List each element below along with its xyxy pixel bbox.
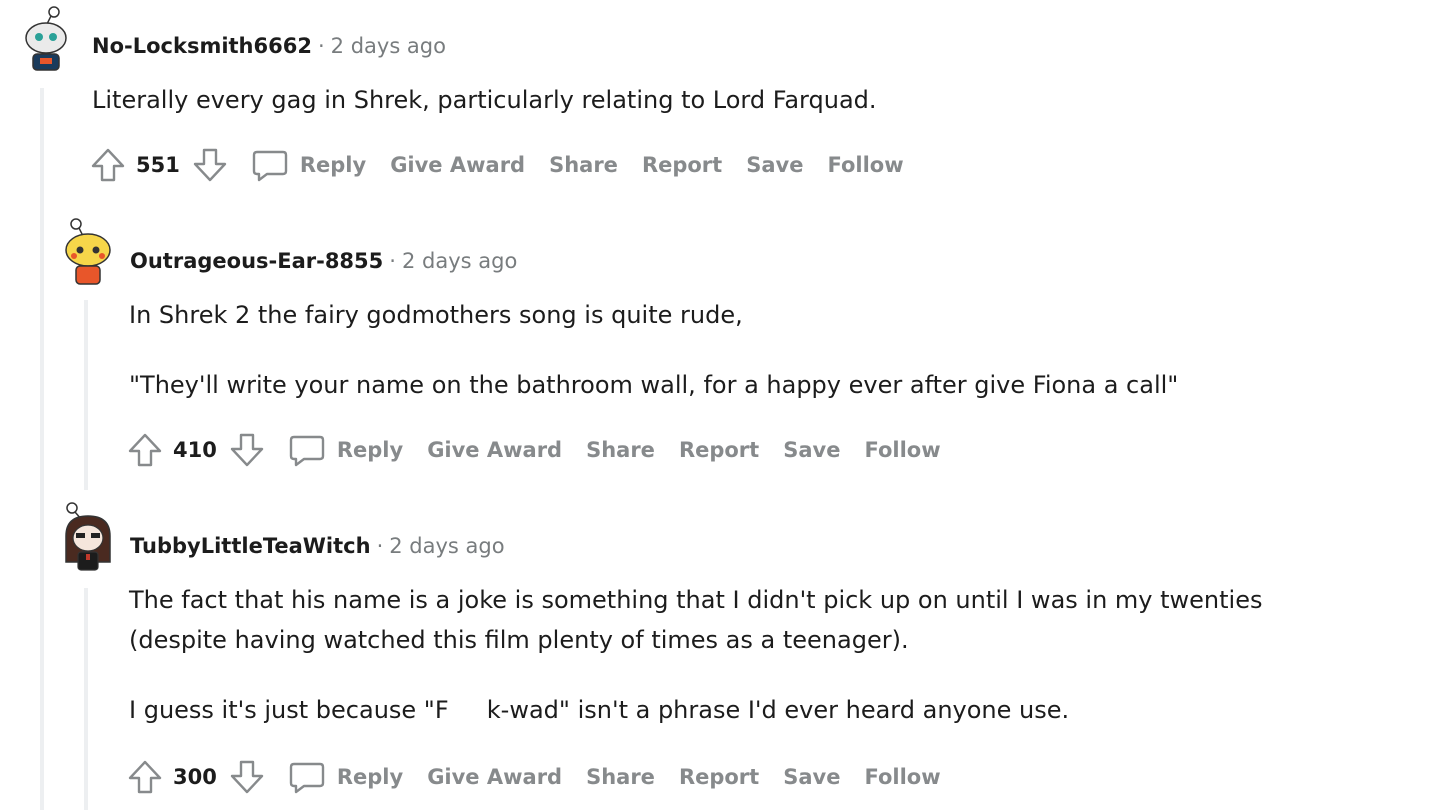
reply-button[interactable]: Reply [337, 765, 403, 789]
comment-paragraph: The fact that his name is a joke is some… [129, 586, 1263, 614]
comment-body: Literally every gag in Shrek, particular… [92, 80, 877, 120]
comment-paragraph: I guess it's just because "F k-wad" isn'… [129, 696, 1070, 724]
thread-line-level-2[interactable] [84, 588, 88, 810]
reply-button[interactable]: Reply [337, 438, 403, 462]
comment-thread: No-Locksmith6662 · 2 days ago Literally ev… [0, 0, 1440, 810]
upvote-icon[interactable] [125, 757, 165, 797]
share-button[interactable]: Share [549, 153, 618, 177]
separator-dot: · [376, 534, 384, 558]
comment-paragraph: (despite having watched this film plenty… [129, 626, 909, 654]
avatar[interactable] [60, 218, 116, 285]
separator-dot: · [317, 34, 325, 58]
save-button[interactable]: Save [783, 765, 840, 789]
reply-button[interactable]: Reply [300, 153, 366, 177]
comment-actions: 551 Reply Give Award Share Report Save F… [88, 145, 904, 185]
give-award-button[interactable]: Give Award [427, 438, 562, 462]
vote-score: 410 [173, 438, 217, 462]
comment-meta: No-Locksmith6662 · 2 days ago [92, 32, 446, 60]
reply-bubble-icon[interactable] [287, 430, 327, 470]
comment-meta: Outrageous-Ear-8855 · 2 days ago [130, 247, 517, 275]
follow-button[interactable]: Follow [827, 153, 903, 177]
thread-line-level-1[interactable] [40, 88, 44, 810]
comment-paragraph: "They'll write your name on the bathroom… [129, 371, 1179, 399]
comment-meta: TubbyLittleTeaWitch · 2 days ago [130, 532, 505, 560]
vote-score: 300 [173, 765, 217, 789]
give-award-button[interactable]: Give Award [390, 153, 525, 177]
username[interactable]: No-Locksmith6662 [92, 34, 312, 58]
timestamp[interactable]: 2 days ago [331, 34, 446, 58]
downvote-icon[interactable] [190, 145, 230, 185]
vote-score: 551 [136, 153, 180, 177]
share-button[interactable]: Share [586, 438, 655, 462]
avatar[interactable] [18, 4, 74, 71]
downvote-icon[interactable] [227, 757, 267, 797]
separator-dot: · [389, 249, 396, 273]
upvote-icon[interactable] [88, 145, 128, 185]
follow-button[interactable]: Follow [864, 765, 940, 789]
reply-bubble-icon[interactable] [250, 145, 290, 185]
timestamp[interactable]: 2 days ago [389, 534, 504, 558]
upvote-icon[interactable] [125, 430, 165, 470]
snoo-avatar-icon [25, 6, 67, 71]
timestamp[interactable]: 2 days ago [402, 249, 517, 273]
comment-actions: 410 Reply Give Award Share Report Save F… [125, 430, 941, 470]
username[interactable]: Outrageous-Ear-8855 [130, 249, 383, 273]
avatar[interactable] [60, 502, 116, 571]
comment-body: In Shrek 2 the fairy godmothers song is … [129, 295, 1178, 405]
save-button[interactable]: Save [783, 438, 840, 462]
username[interactable]: TubbyLittleTeaWitch [130, 534, 371, 558]
report-button[interactable]: Report [642, 153, 722, 177]
save-button[interactable]: Save [746, 153, 803, 177]
comment-paragraph: Literally every gag in Shrek, particular… [92, 86, 877, 114]
give-award-button[interactable]: Give Award [427, 765, 562, 789]
comment-body: The fact that his name is a joke is some… [129, 580, 1262, 730]
report-button[interactable]: Report [679, 438, 759, 462]
snoo-avatar-icon [65, 502, 111, 571]
comment-paragraph: In Shrek 2 the fairy godmothers song is … [129, 301, 743, 329]
share-button[interactable]: Share [586, 765, 655, 789]
downvote-icon[interactable] [227, 430, 267, 470]
report-button[interactable]: Report [679, 765, 759, 789]
thread-line-level-2[interactable] [84, 300, 88, 490]
reply-bubble-icon[interactable] [287, 757, 327, 797]
snoo-avatar-icon [65, 218, 111, 285]
comment-actions: 300 Reply Give Award Share Report Save F… [125, 757, 941, 797]
follow-button[interactable]: Follow [864, 438, 940, 462]
